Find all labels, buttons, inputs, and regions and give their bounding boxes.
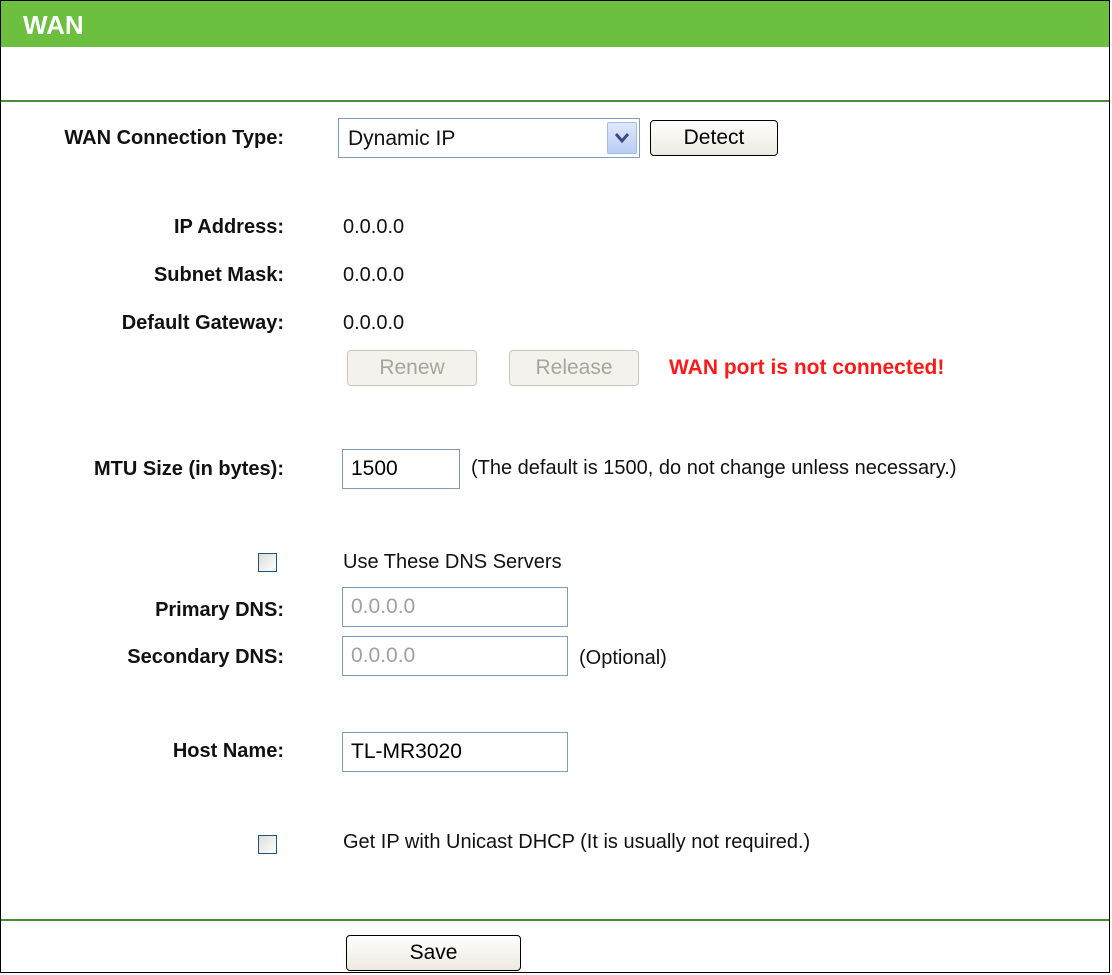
save-button[interactable]: Save bbox=[346, 935, 521, 971]
secondary-dns-optional: (Optional) bbox=[579, 647, 667, 669]
unicast-dhcp-label: Get IP with Unicast DHCP (It is usually … bbox=[343, 831, 811, 853]
mtu-size-hint: (The default is 1500, do not change unle… bbox=[471, 457, 957, 479]
wan-connection-type-value: Dynamic IP bbox=[348, 127, 456, 150]
wan-connection-type-label: WAN Connection Type: bbox=[64, 127, 284, 149]
secondary-dns-label: Secondary DNS: bbox=[127, 646, 284, 668]
mtu-size-label: MTU Size (in bytes): bbox=[93, 458, 284, 480]
wan-settings-panel: WAN WAN Connection Type: Dynamic IP Dete… bbox=[0, 0, 1110, 973]
use-dns-servers-checkbox[interactable] bbox=[258, 553, 277, 572]
top-divider bbox=[1, 100, 1109, 102]
chevron-down-icon[interactable] bbox=[607, 122, 637, 154]
unicast-dhcp-checkbox[interactable] bbox=[258, 835, 277, 854]
release-button[interactable]: Release bbox=[509, 350, 639, 386]
use-dns-servers-label: Use These DNS Servers bbox=[343, 551, 562, 573]
bottom-divider bbox=[1, 919, 1109, 921]
primary-dns-label: Primary DNS: bbox=[155, 599, 284, 621]
title-bar: WAN bbox=[1, 1, 1109, 47]
wan-connection-type-select[interactable]: Dynamic IP bbox=[338, 118, 640, 158]
default-gateway-value: 0.0.0.0 bbox=[343, 312, 405, 334]
host-name-input[interactable] bbox=[342, 732, 568, 772]
wan-status-warning: WAN port is not connected! bbox=[669, 356, 945, 379]
subnet-mask-value: 0.0.0.0 bbox=[343, 264, 405, 286]
ip-address-value: 0.0.0.0 bbox=[343, 216, 405, 238]
detect-button[interactable]: Detect bbox=[650, 120, 778, 156]
renew-button[interactable]: Renew bbox=[347, 350, 477, 386]
subnet-mask-label: Subnet Mask: bbox=[153, 264, 284, 286]
default-gateway-label: Default Gateway: bbox=[121, 312, 284, 334]
host-name-label: Host Name: bbox=[172, 740, 284, 762]
primary-dns-input[interactable] bbox=[342, 587, 568, 627]
ip-address-label: IP Address: bbox=[173, 216, 284, 238]
page-title: WAN bbox=[23, 10, 84, 40]
secondary-dns-input[interactable] bbox=[342, 636, 568, 676]
mtu-size-input[interactable] bbox=[342, 449, 460, 489]
